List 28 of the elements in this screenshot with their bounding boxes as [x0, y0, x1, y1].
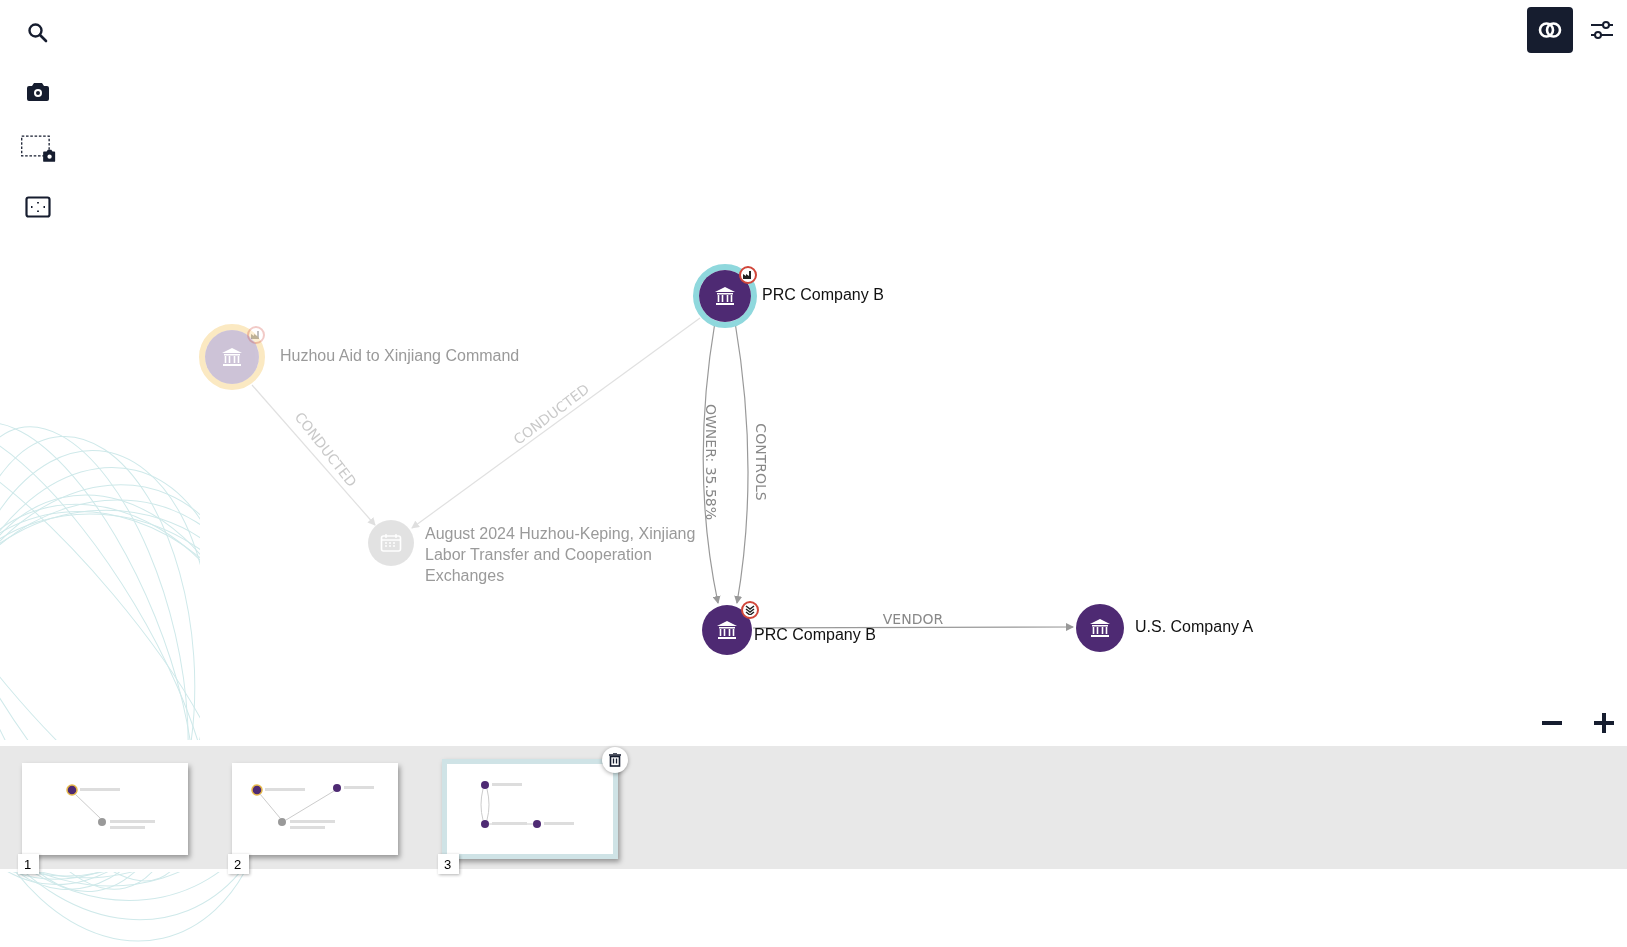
bank-icon [714, 286, 736, 306]
edge-label: CONTROLS [753, 423, 769, 501]
organization-node[interactable] [1076, 604, 1124, 652]
node-label: U.S. Company A [1135, 618, 1254, 636]
snapshot-thumbnail[interactable] [442, 759, 618, 859]
snapshot-number: 3 [438, 854, 460, 874]
node-label: Huzhou Aid to Xinjiang Command [280, 347, 520, 365]
bank-icon [1089, 618, 1111, 638]
bank-icon [221, 347, 243, 367]
edge-label: VENDOR [882, 611, 944, 627]
node-label: PRC Company B [754, 626, 876, 644]
overlap-circles-icon [1538, 21, 1562, 39]
snapshot-number: 1 [18, 854, 40, 874]
edge-label: OWNER: 35.58% [703, 404, 719, 520]
plus-icon [1594, 713, 1614, 733]
bank-icon [716, 620, 738, 640]
snapshot-number: 2 [228, 854, 250, 874]
node-label: August 2024 Huzhou-Keping, Xinjiang Labor Transfer and Cooperation Exchanges [425, 524, 697, 586]
calendar-icon [380, 533, 402, 553]
node-label: PRC Company B [762, 286, 884, 304]
event-node[interactable] [368, 520, 414, 566]
overlap-toggle-button[interactable] [1527, 7, 1573, 53]
organization-node[interactable] [205, 330, 259, 384]
minus-icon [1542, 720, 1562, 726]
snapshot-thumbnail[interactable] [232, 763, 398, 855]
organization-node[interactable] [702, 605, 752, 655]
delete-icon[interactable] [602, 747, 628, 773]
snapshot-thumbnail[interactable] [22, 763, 188, 855]
